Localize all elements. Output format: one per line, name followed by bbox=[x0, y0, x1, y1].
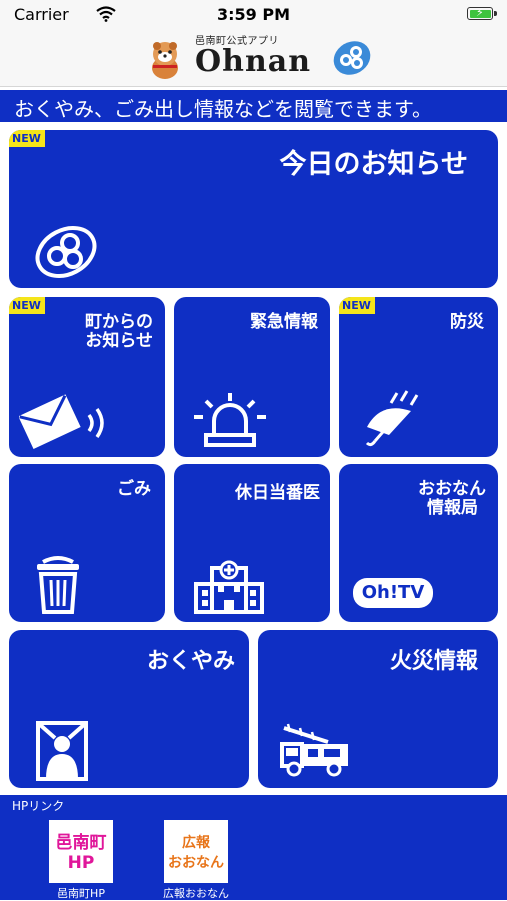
trash-can-icon bbox=[37, 556, 79, 614]
tile-fire-info[interactable]: 火災情報 bbox=[258, 630, 498, 788]
tile-label: 緊急情報 bbox=[250, 312, 318, 332]
tile-town-news[interactable]: NEW 町からの お知らせ bbox=[9, 297, 165, 457]
ohnan-logo-icon bbox=[333, 41, 371, 75]
tile-label-line2: 情報局 bbox=[427, 498, 478, 518]
ohtv-icon: Oh!TV bbox=[353, 578, 433, 608]
tile-label-line1: 町からの bbox=[85, 312, 153, 332]
mascot-icon bbox=[152, 42, 178, 79]
tile-label: 今日のお知らせ bbox=[279, 149, 468, 180]
tile-label: ごみ bbox=[117, 479, 151, 499]
hp-link-bar: HPリンク 邑南町 HP 邑南町HP 広報 おおなん 広報おおなん bbox=[0, 795, 507, 900]
hp-link-line1: 広報 bbox=[182, 835, 210, 851]
banner-text: おくやみ、ごみ出し情報などを閲覧できます。 bbox=[14, 97, 432, 121]
hp-link-title: HPリンク bbox=[12, 799, 65, 813]
tile-disaster-prevention[interactable]: NEW 防災 bbox=[339, 297, 498, 457]
siren-icon bbox=[194, 393, 266, 447]
ohnan-logo-icon bbox=[35, 226, 97, 278]
hp-link-line2: HP bbox=[67, 853, 95, 873]
battery-icon: ⚡ bbox=[467, 6, 497, 20]
tile-label: 防災 bbox=[450, 312, 484, 332]
tile-label: 火災情報 bbox=[389, 649, 478, 674]
tile-ohnan-info-station[interactable]: おおなん 情報局 Oh!TV bbox=[339, 464, 498, 622]
new-badge: NEW bbox=[9, 297, 45, 314]
info-banner: おくやみ、ごみ出し情報などを閲覧できます。 bbox=[0, 90, 507, 122]
tile-condolences[interactable]: おくやみ bbox=[9, 630, 249, 788]
ohtv-icon-text: Oh!TV bbox=[361, 582, 425, 603]
new-badge: NEW bbox=[9, 130, 45, 147]
hp-link-koho-ohnan[interactable]: 広報 おおなん bbox=[164, 820, 228, 883]
hp-link-line1: 邑南町 bbox=[55, 833, 107, 853]
envelope-signal-icon bbox=[19, 394, 104, 449]
tile-label-line1: おおなん bbox=[418, 479, 486, 499]
tile-label: 休日当番医 bbox=[235, 483, 320, 503]
tile-emergency[interactable]: 緊急情報 bbox=[174, 297, 330, 457]
hp-link-caption: 邑南町HP bbox=[57, 887, 105, 900]
app-header: 邑南町公式アプリ Ohnan bbox=[0, 30, 507, 87]
new-badge: NEW bbox=[339, 297, 375, 314]
app-title: Ohnan bbox=[195, 44, 312, 79]
tile-garbage[interactable]: ごみ bbox=[9, 464, 165, 622]
fire-truck-icon bbox=[280, 723, 348, 777]
tile-label-line2: お知らせ bbox=[85, 331, 153, 351]
tile-todays-news[interactable]: NEW 今日のお知らせ bbox=[9, 130, 498, 288]
hp-link-caption: 広報おおなん bbox=[163, 887, 229, 900]
memorial-frame-icon bbox=[36, 721, 88, 781]
tile-holiday-doctor[interactable]: 休日当番医 bbox=[174, 464, 330, 622]
hp-link-line2: おおなん bbox=[168, 855, 224, 871]
clock: 3:59 PM bbox=[216, 5, 290, 24]
umbrella-rain-icon bbox=[365, 390, 419, 447]
hospital-icon bbox=[194, 560, 264, 614]
hp-link-ohnan-town[interactable]: 邑南町 HP bbox=[49, 820, 113, 883]
tile-label: おくやみ bbox=[146, 649, 235, 674]
status-bar: Carrier 3:59 PM ⚡ bbox=[0, 0, 507, 30]
